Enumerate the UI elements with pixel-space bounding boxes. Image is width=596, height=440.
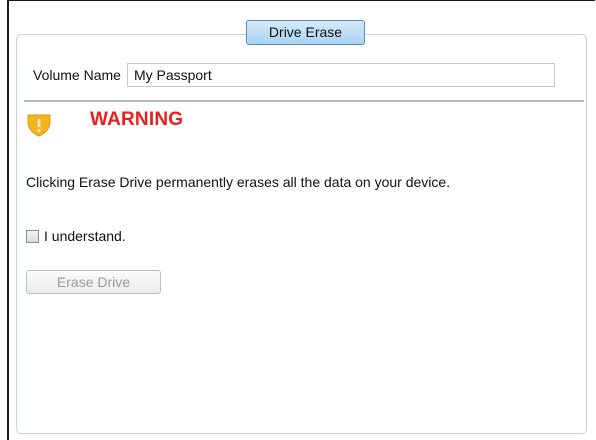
warning-title: WARNING (90, 109, 184, 130)
volume-name-row: Volume Name (33, 63, 555, 87)
divider (24, 100, 584, 102)
warning-message: Clicking Erase Drive permanently erases … (26, 174, 451, 190)
volume-name-input[interactable] (126, 63, 555, 87)
understand-label[interactable]: I understand. (44, 228, 126, 244)
understand-checkbox[interactable] (26, 229, 39, 243)
volume-name-label: Volume Name (33, 67, 121, 83)
tab-drive-erase[interactable]: Drive Erase (246, 20, 365, 45)
erase-drive-button[interactable]: Erase Drive (26, 270, 161, 294)
warning-shield-icon (27, 114, 51, 137)
confirm-row[interactable]: I understand. (26, 228, 126, 244)
